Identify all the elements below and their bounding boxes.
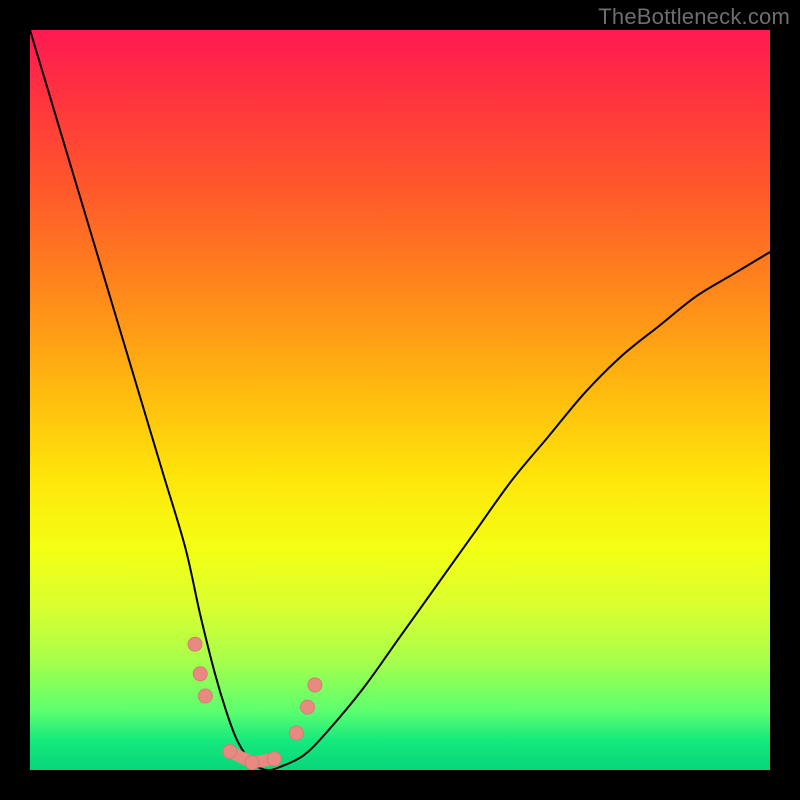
data-marker: [301, 700, 315, 714]
data-marker: [289, 726, 303, 740]
chart-frame: TheBottleneck.com: [0, 0, 800, 800]
data-marker: [267, 752, 281, 766]
data-marker: [223, 745, 237, 759]
marker-group: [188, 637, 322, 769]
data-marker: [308, 678, 322, 692]
data-marker: [188, 637, 202, 651]
data-marker: [193, 667, 207, 681]
plot-area: [30, 30, 770, 770]
chart-svg: [30, 30, 770, 770]
data-marker: [245, 756, 259, 770]
data-marker: [198, 689, 212, 703]
watermark-text: TheBottleneck.com: [598, 4, 790, 30]
bottleneck-curve: [30, 30, 770, 770]
